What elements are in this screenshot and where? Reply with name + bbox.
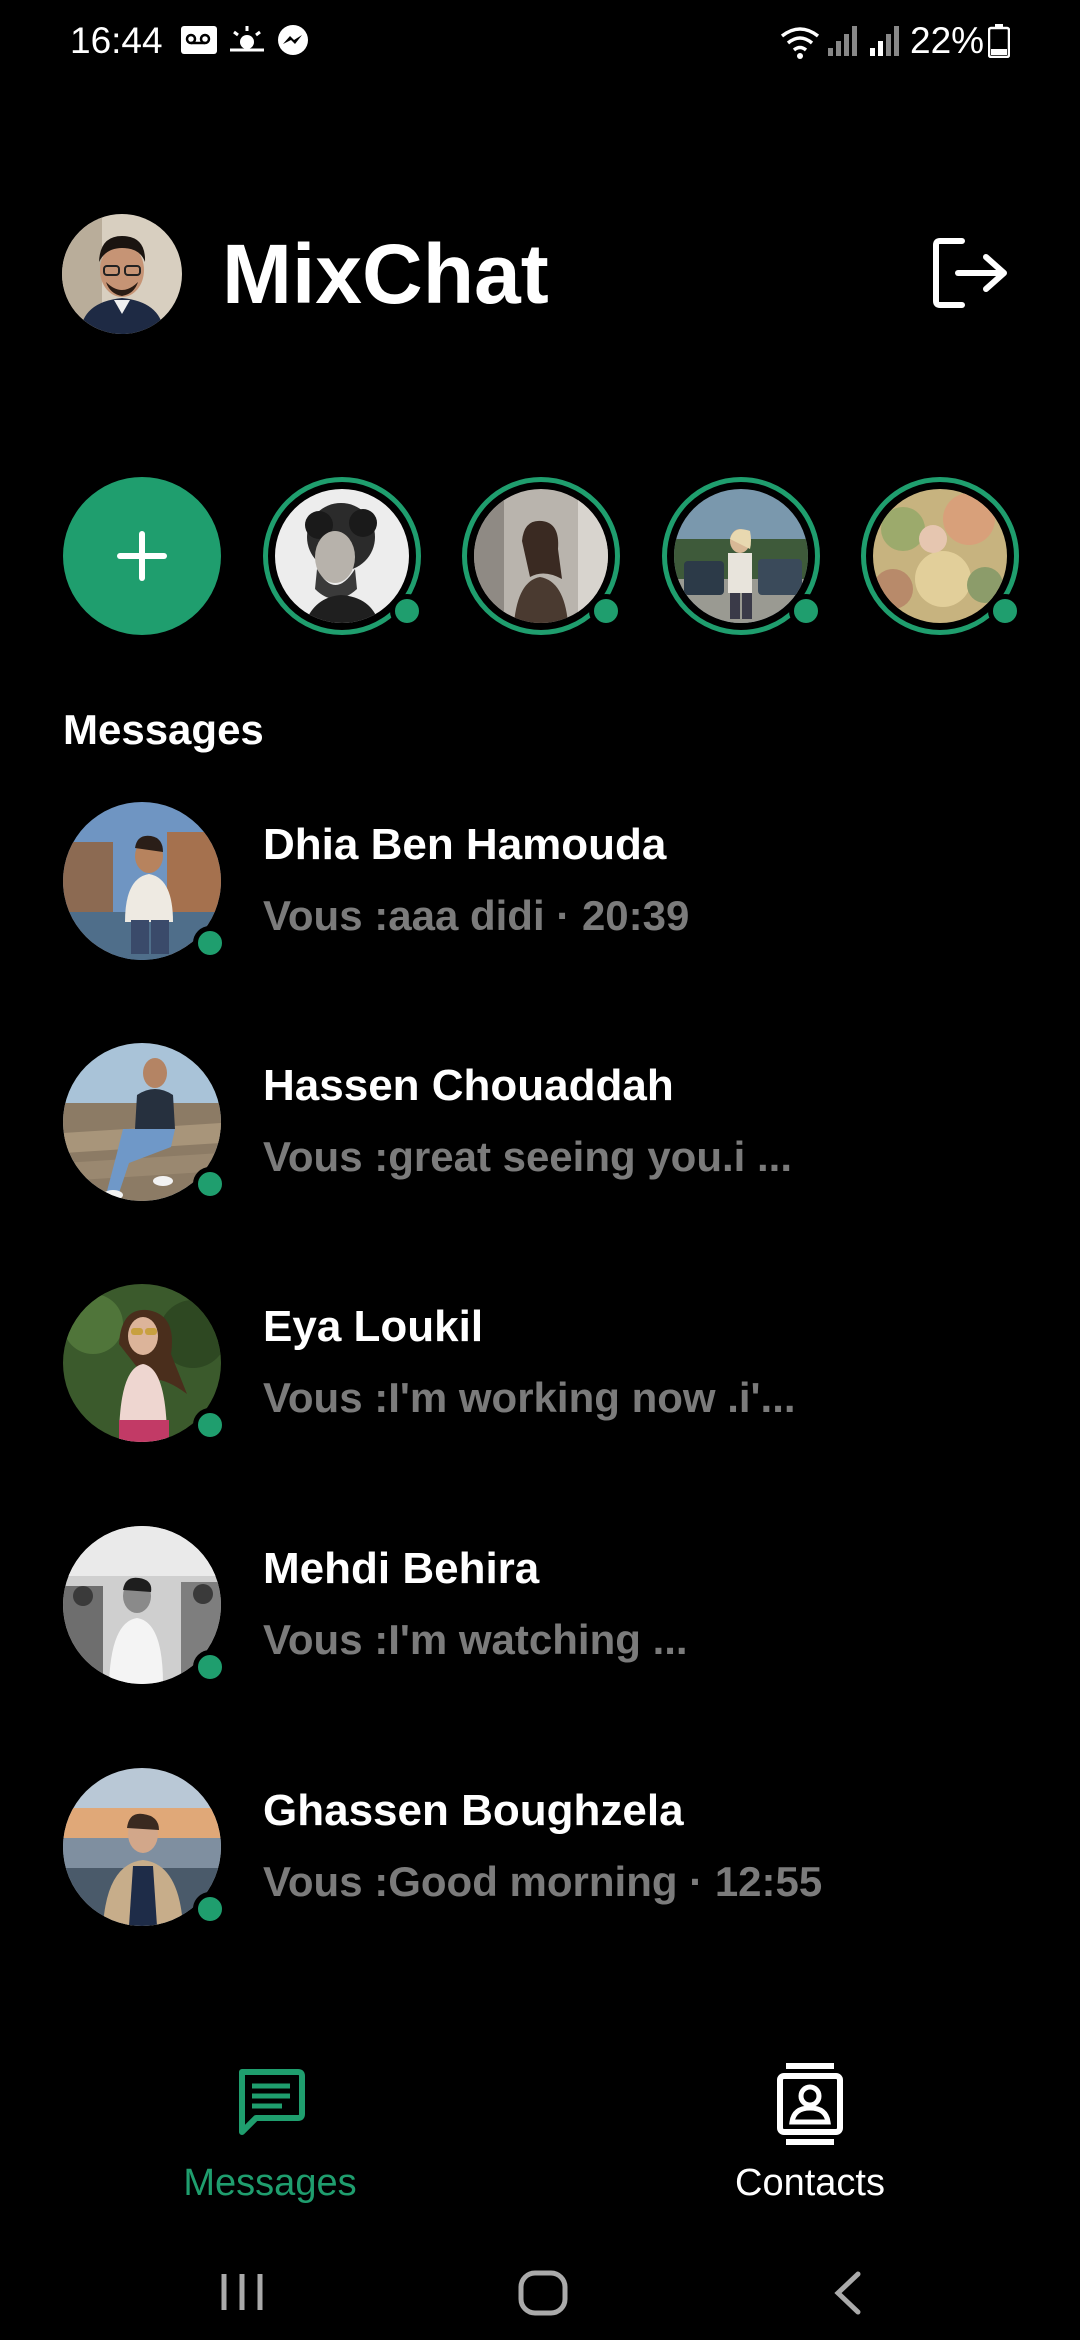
weather-icon xyxy=(228,24,266,61)
chat-avatar xyxy=(63,802,227,960)
logout-icon xyxy=(933,238,1007,308)
battery-icon xyxy=(987,24,1011,63)
contacts-icon xyxy=(777,2063,843,2145)
contact-name: Ghassen Boughzela xyxy=(263,1786,684,1835)
online-indicator xyxy=(988,594,1022,628)
system-nav-bar xyxy=(0,2220,1080,2340)
nav-label: Contacts xyxy=(735,2162,885,2204)
chat-avatar xyxy=(63,1043,227,1201)
bottom-nav: Messages Contacts xyxy=(0,2040,1080,2204)
story-avatar-4[interactable] xyxy=(861,477,1022,635)
online-indicator xyxy=(193,926,227,960)
messages-section-title: Messages xyxy=(63,706,264,753)
back-icon[interactable] xyxy=(830,2270,864,2321)
story-avatar-3[interactable] xyxy=(662,477,823,635)
message-preview: Vous :aaa didi · 20:39 xyxy=(263,892,690,939)
home-icon[interactable] xyxy=(518,2270,568,2321)
chat-avatar xyxy=(63,1284,227,1442)
story-avatar-1[interactable] xyxy=(263,477,424,635)
chat-icon xyxy=(239,2069,305,2135)
status-time: 16:44 xyxy=(70,20,163,61)
online-indicator xyxy=(193,1892,227,1926)
logout-button[interactable] xyxy=(932,236,1010,310)
chat-avatar xyxy=(63,1526,227,1684)
profile-avatar[interactable] xyxy=(62,214,182,334)
chat-item-5[interactable]: Ghassen Boughzela Vous :Good morning · 1… xyxy=(0,1768,1080,1938)
online-indicator xyxy=(193,1167,227,1201)
message-preview: Vous :great seeing you.i ... xyxy=(263,1133,792,1180)
chat-item-3[interactable]: Eya Loukil Vous :I'm working now .i'... xyxy=(0,1284,1080,1454)
chat-item-1[interactable]: Dhia Ben Hamouda Vous :aaa didi · 20:39 xyxy=(0,802,1080,972)
battery-percent: 22% xyxy=(910,20,985,61)
online-indicator xyxy=(193,1408,227,1442)
online-indicator xyxy=(589,594,623,628)
recents-icon[interactable] xyxy=(218,2272,266,2317)
chat-avatar xyxy=(63,1768,227,1926)
message-preview: Vous :I'm watching ... xyxy=(263,1616,688,1663)
contact-name: Hassen Chouaddah xyxy=(263,1061,674,1110)
app-title: MixChat xyxy=(222,227,549,321)
wifi-icon xyxy=(778,24,822,65)
online-indicator xyxy=(390,594,424,628)
signal-icon xyxy=(868,24,902,63)
add-story-button[interactable] xyxy=(63,477,221,635)
contact-name: Eya Loukil xyxy=(263,1302,484,1351)
story-avatar-2[interactable] xyxy=(462,477,623,635)
nav-label: Messages xyxy=(183,2162,357,2204)
status-bar: 16:44 22% xyxy=(0,0,1080,84)
message-preview: Vous :Good morning · 12:55 xyxy=(263,1858,823,1905)
nav-messages-tab[interactable]: Messages xyxy=(120,2060,420,2204)
plus-icon xyxy=(117,531,167,581)
contact-name: Mehdi Behira xyxy=(263,1544,540,1593)
voicemail-icon xyxy=(180,24,218,61)
story-photo xyxy=(674,489,808,623)
online-indicator xyxy=(193,1650,227,1684)
online-indicator xyxy=(789,594,823,628)
message-preview: Vous :I'm working now .i'... xyxy=(263,1374,796,1421)
story-photo xyxy=(474,489,608,623)
story-photo xyxy=(873,489,1007,623)
chat-item-4[interactable]: Mehdi Behira Vous :I'm watching ... xyxy=(0,1526,1080,1696)
nav-contacts-tab[interactable]: Contacts xyxy=(660,2060,960,2204)
story-photo xyxy=(275,489,409,623)
signal-icon xyxy=(826,24,860,63)
messenger-icon xyxy=(276,24,310,63)
chat-item-2[interactable]: Hassen Chouaddah Vous :great seeing you.… xyxy=(0,1043,1080,1213)
contact-name: Dhia Ben Hamouda xyxy=(263,820,667,869)
